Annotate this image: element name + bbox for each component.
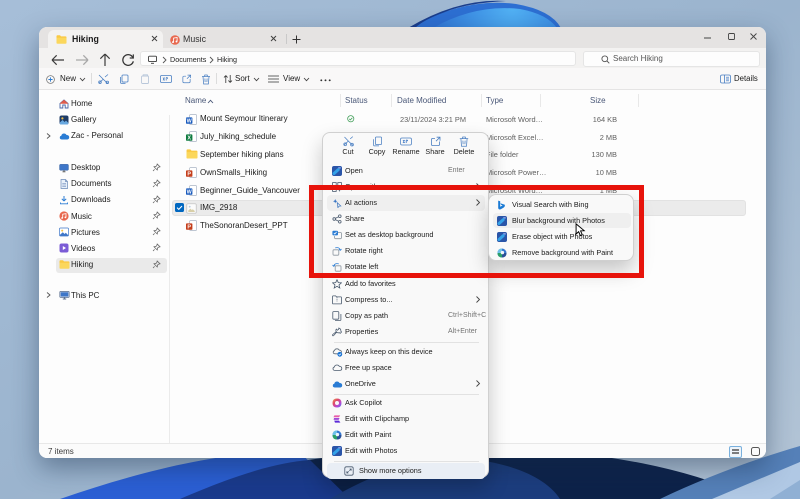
svg-text:P: P: [187, 171, 191, 177]
svg-text:X: X: [187, 135, 191, 141]
svg-text:P: P: [187, 225, 191, 231]
